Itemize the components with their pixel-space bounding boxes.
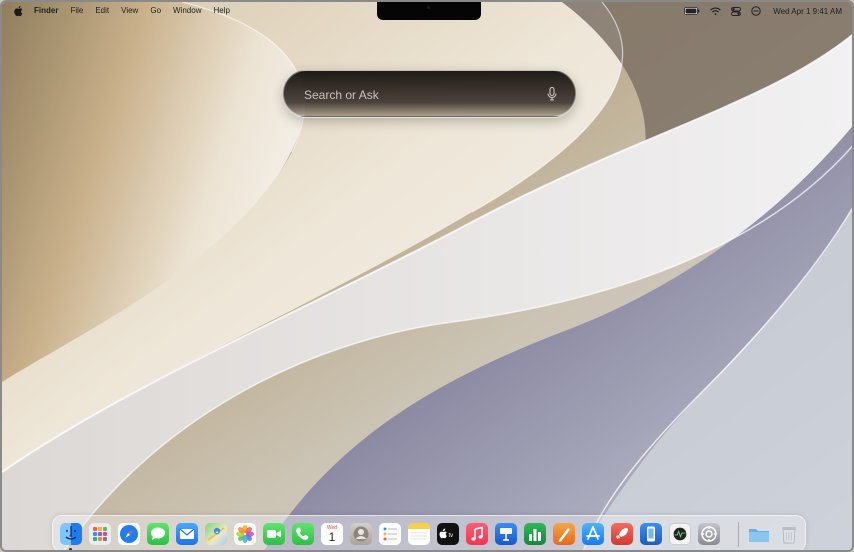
apple-menu-icon[interactable] — [13, 5, 23, 17]
notes-icon[interactable] — [408, 523, 430, 545]
contacts-icon[interactable] — [350, 523, 372, 545]
calendar-icon[interactable]: Wed 1 — [321, 523, 343, 545]
launchpad-icon[interactable] — [89, 523, 111, 545]
control-center-icon[interactable] — [731, 6, 742, 16]
rocket-icon[interactable] — [611, 523, 633, 545]
safari-icon[interactable] — [118, 523, 140, 545]
app-store-icon[interactable] — [582, 523, 604, 545]
trash-icon[interactable] — [778, 523, 800, 545]
siri-icon[interactable] — [751, 6, 761, 16]
pages-icon[interactable] — [553, 523, 575, 545]
camera-notch — [377, 2, 481, 20]
menu-bar-left: Finder File Edit View Go Window Help — [2, 2, 242, 20]
numbers-icon[interactable] — [524, 523, 546, 545]
desktop: Finder File Edit View Go Window Help Wed… — [0, 0, 854, 552]
mail-icon[interactable] — [176, 523, 198, 545]
activity-monitor-icon[interactable] — [669, 523, 691, 545]
phone-icon[interactable] — [292, 523, 314, 545]
music-icon[interactable] — [466, 523, 488, 545]
dock: Wed 1 tv — [52, 515, 806, 550]
photos-icon[interactable] — [234, 523, 256, 545]
menu-app-name[interactable]: Finder — [34, 2, 58, 20]
spotlight-search-bar[interactable] — [283, 70, 576, 117]
finder-running-indicator — [69, 548, 72, 550]
microphone-icon[interactable] — [547, 87, 557, 101]
facetime-icon[interactable] — [263, 523, 285, 545]
menu-bar-right: Wed Apr 1 9:41 AM — [684, 2, 842, 20]
tv-icon[interactable]: tv — [437, 523, 459, 545]
battery-icon[interactable] — [684, 7, 700, 15]
menu-bar-clock[interactable]: Wed Apr 1 9:41 AM — [773, 7, 842, 16]
svg-text:tv: tv — [449, 533, 454, 539]
camera-lens — [427, 6, 430, 9]
menu-edit[interactable]: Edit — [95, 2, 109, 20]
menu-file[interactable]: File — [70, 2, 83, 20]
menu-view[interactable]: View — [121, 2, 138, 20]
downloads-folder-icon[interactable] — [748, 523, 770, 545]
spotlight-search-input[interactable] — [302, 83, 526, 107]
keynote-icon[interactable] — [495, 523, 517, 545]
simulator-icon[interactable] — [640, 523, 662, 545]
calendar-day-label: 1 — [328, 530, 336, 544]
system-settings-icon[interactable] — [698, 523, 720, 545]
wifi-icon[interactable] — [710, 7, 721, 16]
maps-icon[interactable] — [205, 523, 227, 545]
dock-separator — [738, 522, 739, 547]
menu-window[interactable]: Window — [173, 2, 201, 20]
menu-go[interactable]: Go — [150, 2, 161, 20]
reminders-icon[interactable] — [379, 523, 401, 545]
messages-icon[interactable] — [147, 523, 169, 545]
menu-help[interactable]: Help — [213, 2, 229, 20]
finder-icon[interactable] — [60, 523, 82, 545]
